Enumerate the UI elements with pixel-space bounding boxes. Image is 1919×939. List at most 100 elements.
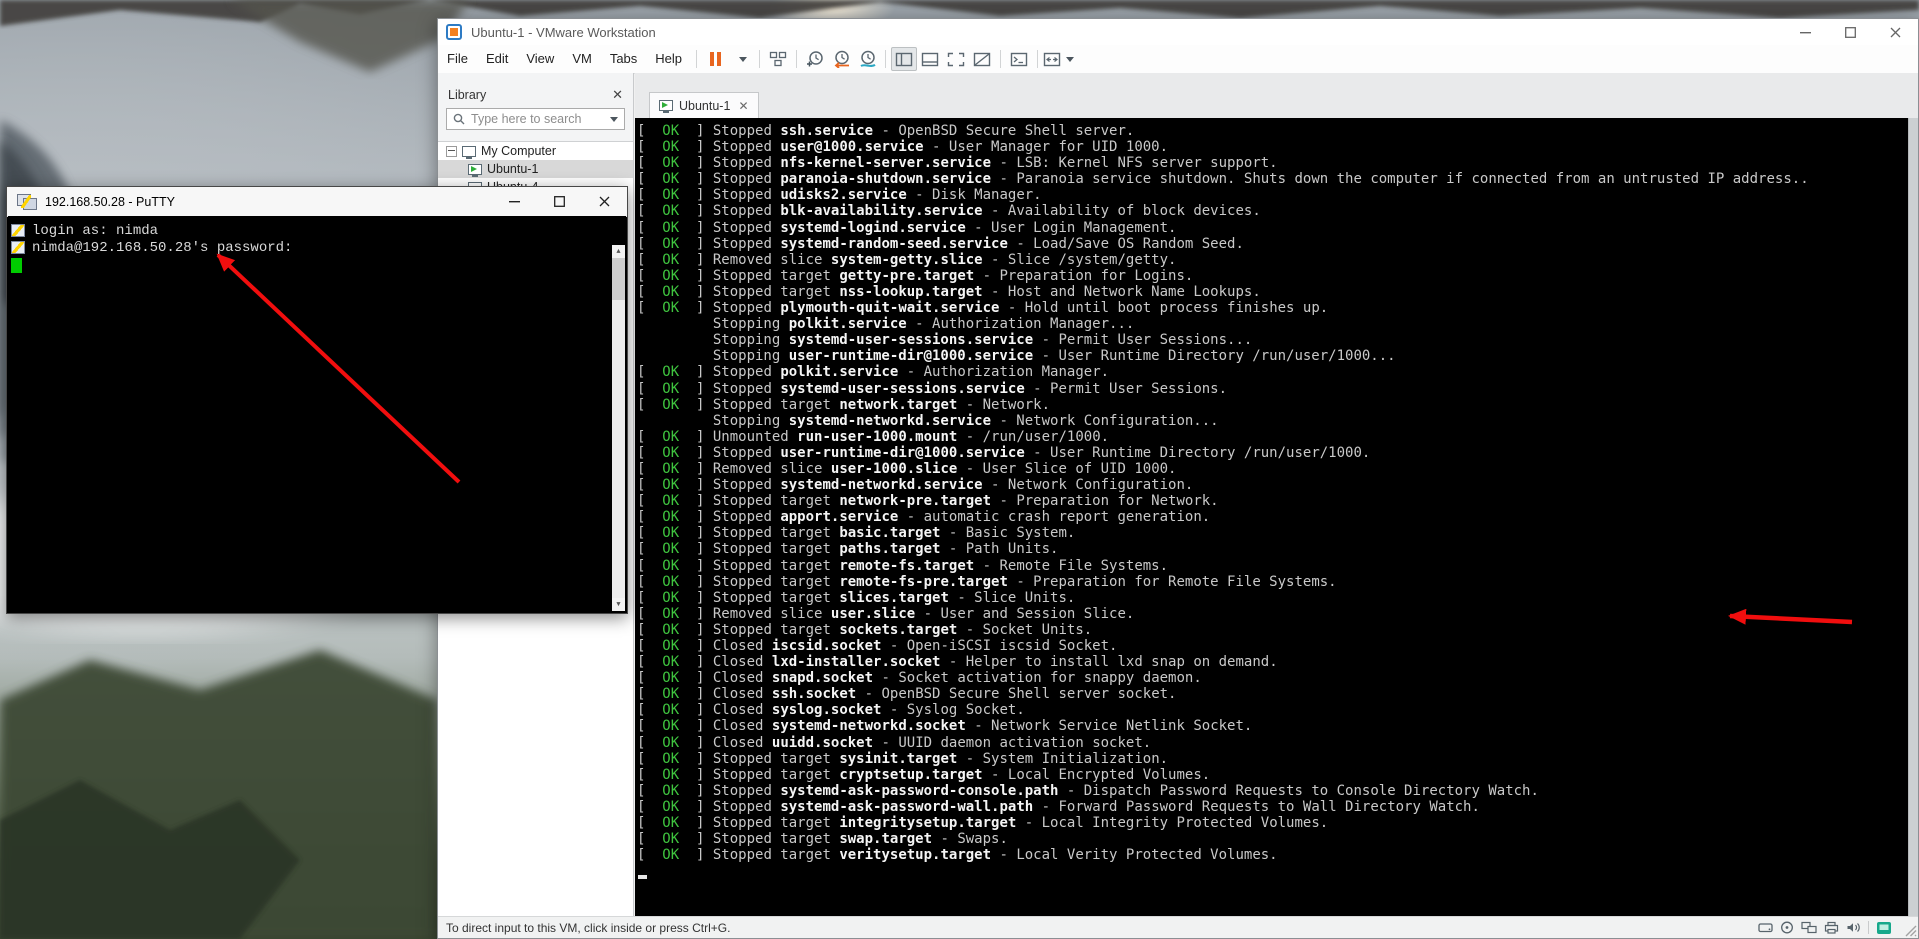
tab-ubuntu-1[interactable]: Ubuntu-1 ✕: [649, 92, 759, 118]
cd-dvd-icon[interactable]: [1780, 921, 1794, 934]
show-library-button[interactable]: [891, 47, 917, 71]
toolbar-separator: [796, 50, 797, 68]
menu-file[interactable]: File: [438, 45, 477, 73]
console-text: - Preparation for Remote File Systems.: [1008, 574, 1337, 590]
collapse-icon[interactable]: [446, 146, 457, 157]
console-text: sysinit.target: [839, 751, 957, 767]
console-line: [ OK ] Closed systemd-networkd.socket - …: [637, 718, 1908, 734]
vm-message-icon[interactable]: [1876, 921, 1892, 935]
console-line: [ OK ] Stopped target cryptsetup.target …: [637, 767, 1908, 783]
putty-scrollbar[interactable]: ▲ ▼: [612, 245, 625, 611]
console-text: basic.target: [839, 525, 940, 541]
console-text: systemd-user-sessions.service: [780, 381, 1024, 397]
show-thumbnail-bar-button[interactable]: [917, 47, 943, 71]
search-placeholder: Type here to search: [471, 112, 601, 126]
fullscreen-button[interactable]: [1043, 47, 1074, 71]
console-text: polkit.service: [789, 316, 907, 332]
console-line: Stopping user-runtime-dir@1000.service -…: [637, 348, 1908, 364]
console-line: [ OK ] Stopped systemd-random-seed.servi…: [637, 236, 1908, 252]
console-text: Stopped: [713, 783, 780, 799]
hard-disk-icon[interactable]: [1758, 921, 1773, 934]
menu-edit[interactable]: Edit: [477, 45, 517, 73]
toolbar-separator: [759, 50, 760, 68]
console-line: [ OK ] Removed slice user.slice - User a…: [637, 606, 1908, 622]
console-cursor: [638, 875, 647, 879]
console-text: [: [637, 558, 662, 574]
show-library-icon: [895, 52, 913, 67]
console-scrollbar[interactable]: [1908, 118, 1918, 917]
sidebar-item-ubuntu-1[interactable]: Ubuntu-1: [438, 160, 633, 178]
pause-dropdown[interactable]: [728, 47, 754, 71]
minimize-button[interactable]: [1783, 19, 1828, 45]
pause-button[interactable]: [702, 47, 728, 71]
console-text: OK: [662, 461, 679, 477]
console-text: Removed slice: [713, 461, 831, 477]
sound-icon[interactable]: [1846, 921, 1861, 934]
scrollbar-thumb[interactable]: [612, 258, 625, 300]
console-line: [ OK ] Stopped plymouth-quit-wait.servic…: [637, 300, 1908, 316]
menu-vm[interactable]: VM: [563, 45, 601, 73]
console-text: Stopped target: [713, 558, 839, 574]
console-text: OK: [662, 783, 679, 799]
console-text: OK: [662, 654, 679, 670]
resize-grip[interactable]: [1903, 923, 1917, 937]
console-text: OK: [662, 525, 679, 541]
take-snapshot-button[interactable]: [802, 47, 828, 71]
console-line: [ OK ] Closed ssh.socket - OpenBSD Secur…: [637, 686, 1908, 702]
console-text: systemd-ask-password-wall.path: [780, 799, 1033, 815]
tab-close-icon[interactable]: ✕: [738, 99, 748, 113]
console-text: udisks2.service: [780, 187, 906, 203]
tree-item-label: Ubuntu-1: [487, 162, 538, 176]
library-close-button[interactable]: ✕: [612, 87, 623, 103]
menu-tabs[interactable]: Tabs: [601, 45, 646, 73]
menu-view[interactable]: View: [517, 45, 563, 73]
putty-titlebar[interactable]: 192.168.50.28 - PuTTY: [7, 187, 627, 217]
console-line: [ OK ] Stopped systemd-logind.service - …: [637, 220, 1908, 236]
desktop: Ubuntu-1 - VMware Workstation FileEditVi…: [0, 0, 1919, 939]
putty-minimize-button[interactable]: [492, 187, 537, 216]
console-text: - Network Configuration...: [991, 413, 1219, 429]
console-text: - Slice Units.: [949, 590, 1075, 606]
console-text: OK: [662, 155, 679, 171]
console-line: [ OK ] Stopped nfs-kernel-server.service…: [637, 155, 1908, 171]
scroll-down-icon[interactable]: ▼: [612, 598, 625, 611]
revert-snapshot-button[interactable]: [828, 47, 854, 71]
window-title: Ubuntu-1 - VMware Workstation: [471, 25, 656, 40]
sidebar-item-my-computer[interactable]: My Computer: [438, 142, 633, 160]
console-line: [ OK ] Removed slice user-1000.slice - U…: [637, 461, 1908, 477]
maximize-button[interactable]: [1828, 19, 1873, 45]
send-ctrl-alt-del-button[interactable]: [765, 47, 791, 71]
vm-console-screen[interactable]: [ OK ] Stopped ssh.service - OpenBSD Sec…: [635, 118, 1908, 917]
console-text: [: [637, 252, 662, 268]
scroll-up-icon[interactable]: ▲: [612, 245, 625, 258]
free-stretch-button[interactable]: [969, 47, 995, 71]
console-text: [: [637, 187, 662, 203]
console-text: iscsid.socket: [772, 638, 882, 654]
console-text: systemd-networkd.service: [780, 477, 982, 493]
menu-help[interactable]: Help: [646, 45, 691, 73]
pause-icon: [710, 52, 721, 66]
console-text: [: [637, 203, 662, 219]
close-button[interactable]: [1873, 19, 1918, 45]
vmware-titlebar[interactable]: Ubuntu-1 - VMware Workstation: [438, 19, 1918, 45]
printer-icon[interactable]: [1824, 921, 1839, 934]
console-text: ]: [679, 203, 713, 219]
console-text: Unmounted: [713, 429, 797, 445]
library-search-box[interactable]: Type here to search: [446, 108, 625, 130]
vm-console-area: Ubuntu-1 ✕ [ OK ] Stopped ssh.service - …: [635, 73, 1918, 917]
console-view-button[interactable]: [1006, 47, 1032, 71]
free-stretch-icon: [973, 52, 991, 67]
putty-window: 192.168.50.28 - PuTTY login as: nimdanim…: [6, 186, 628, 614]
console-line: [ OK ] Stopped target swap.target - Swap…: [637, 831, 1908, 847]
terminal-line: login as: nimda: [8, 222, 626, 239]
toolbar-separator: [1037, 50, 1038, 68]
putty-terminal[interactable]: login as: nimdanimda@192.168.50.28's pas…: [8, 216, 626, 612]
network-adapter-icon[interactable]: [1801, 921, 1817, 934]
putty-close-button[interactable]: [582, 187, 627, 216]
console-text: ]: [679, 574, 713, 590]
console-text: - User Login Management.: [966, 220, 1177, 236]
fit-guest-button[interactable]: [943, 47, 969, 71]
putty-maximize-button[interactable]: [537, 187, 582, 216]
console-text: Closed: [713, 686, 772, 702]
manage-snapshots-button[interactable]: [854, 47, 880, 71]
